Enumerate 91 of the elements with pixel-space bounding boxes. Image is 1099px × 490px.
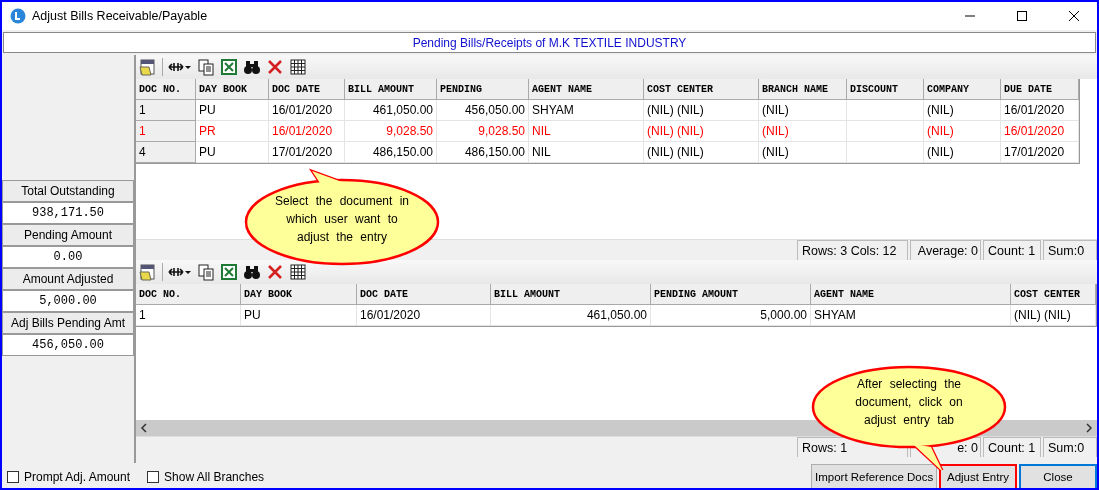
table-cell: (NIL) (NIL) <box>1011 305 1096 326</box>
table-cell: 16/01/2020 <box>357 305 491 326</box>
table-cell: 9,028.50 <box>437 121 529 142</box>
spreadsheet-icon[interactable] <box>220 58 238 76</box>
table-cell: 1 <box>136 305 241 326</box>
grid-icon[interactable] <box>289 58 307 76</box>
table-cell: NIL <box>529 121 644 142</box>
binoculars-icon[interactable] <box>243 263 261 281</box>
column-header[interactable]: BILL AMOUNT <box>345 79 437 100</box>
spreadsheet-icon[interactable] <box>220 263 238 281</box>
column-header[interactable]: COST CENTER <box>644 79 759 100</box>
table-cell: 17/01/2020 <box>269 142 345 163</box>
column-header[interactable]: DUE DATE <box>1001 79 1079 100</box>
column-header[interactable]: AGENT NAME <box>529 79 644 100</box>
summary-value: 5,000.00 <box>2 290 134 312</box>
column-header[interactable]: BRANCH NAME <box>759 79 847 100</box>
table-cell: SHYAM <box>529 100 644 121</box>
column-header[interactable]: DOC NO. <box>136 284 241 305</box>
column-header[interactable]: BILL AMOUNT <box>491 284 651 305</box>
summary-label: Amount Adjusted <box>2 268 134 290</box>
close-icon[interactable] <box>1068 10 1080 22</box>
table-cell: (NIL) <box>924 100 1001 121</box>
table-cell: 9,028.50 <box>345 121 437 142</box>
table-cell: 461,050.00 <box>345 100 437 121</box>
summary-label: Pending Amount <box>2 224 134 246</box>
table-cell: 17/01/2020 <box>1001 142 1079 163</box>
action-button[interactable]: Adjust Entry <box>939 464 1017 488</box>
table-cell: 461,050.00 <box>491 305 651 326</box>
table-cell: (NIL) (NIL) <box>644 121 759 142</box>
table-cell: 16/01/2020 <box>1001 100 1079 121</box>
form-icon[interactable] <box>139 263 157 281</box>
action-button[interactable]: Close <box>1019 464 1097 488</box>
table-cell: 1 <box>136 100 196 121</box>
table-cell: (NIL) (NIL) <box>644 100 759 121</box>
table-cell: 16/01/2020 <box>269 121 345 142</box>
summary-value: 0.00 <box>2 246 134 268</box>
column-header[interactable]: COST CENTER <box>1011 284 1096 305</box>
table-cell: 1 <box>136 121 196 142</box>
summary-value: 456,050.00 <box>2 334 134 356</box>
maximize-icon[interactable] <box>1016 10 1028 22</box>
table-cell: 4 <box>136 142 196 163</box>
copy-icon[interactable] <box>197 58 215 76</box>
window-title: Adjust Bills Receivable/Payable <box>32 9 209 23</box>
checkbox[interactable] <box>7 471 19 483</box>
status-cell: Sum:0 <box>1043 437 1097 457</box>
column-header[interactable]: DOC DATE <box>357 284 491 305</box>
grid-icon[interactable] <box>289 263 307 281</box>
status-cell: Count: 1 <box>983 437 1041 457</box>
column-header[interactable]: PENDING AMOUNT <box>651 284 811 305</box>
table-cell: SHYAM <box>811 305 1011 326</box>
table-cell: 16/01/2020 <box>269 100 345 121</box>
table-cell: (NIL) <box>759 121 847 142</box>
summary-value: 938,171.50 <box>2 202 134 224</box>
table-cell: PU <box>196 100 269 121</box>
copy-icon[interactable] <box>197 263 215 281</box>
table-cell: (NIL) (NIL) <box>644 142 759 163</box>
header-title: Pending Bills/Receipts of M.K TEXTILE INDUSTRY <box>412 35 687 50</box>
column-header[interactable]: DAY BOOK <box>196 79 269 100</box>
table-cell: PR <box>196 121 269 142</box>
action-button[interactable]: Import Reference Docs <box>811 464 937 488</box>
column-header[interactable]: DOC NO. <box>136 79 196 100</box>
form-icon[interactable] <box>139 58 157 76</box>
column-header[interactable]: COMPANY <box>924 79 1001 100</box>
summary-label: Total Outstanding <box>2 180 134 202</box>
binoculars-icon[interactable] <box>243 58 261 76</box>
column-header[interactable]: DAY BOOK <box>241 284 357 305</box>
column-header[interactable]: AGENT NAME <box>811 284 1011 305</box>
checkbox[interactable] <box>147 471 160 483</box>
delete-icon[interactable] <box>266 58 284 76</box>
table-cell: NIL <box>529 142 644 163</box>
table-cell: 456,050.00 <box>437 100 529 121</box>
column-header[interactable]: PENDING <box>437 79 529 100</box>
table-cell: (NIL) <box>924 142 1001 163</box>
checkbox-label[interactable]: Prompt Adj. Amount <box>24 470 131 484</box>
summary-label: Adj Bills Pending Amt <box>2 312 134 334</box>
column-header[interactable]: DOC DATE <box>269 79 345 100</box>
table-cell: PU <box>196 142 269 163</box>
table-cell: 486,150.00 <box>345 142 437 163</box>
column-header[interactable]: DISCOUNT <box>847 79 924 100</box>
callout-text: Select the document in which user want to adjust the entry <box>273 193 411 246</box>
table-cell: 16/01/2020 <box>1001 121 1079 142</box>
delete-icon[interactable] <box>266 263 284 281</box>
table-cell: (NIL) <box>759 142 847 163</box>
table-cell: 486,150.00 <box>437 142 529 163</box>
table-cell: 5,000.00 <box>651 305 811 326</box>
table-cell: (NIL) <box>924 121 1001 142</box>
table-cell: PU <box>241 305 357 326</box>
table-cell: (NIL) <box>759 100 847 121</box>
checkbox-label[interactable]: Show All Branches <box>164 470 265 484</box>
callout-text: After selecting the document, click on adjust entry tab <box>854 376 964 429</box>
app-icon <box>10 8 26 24</box>
